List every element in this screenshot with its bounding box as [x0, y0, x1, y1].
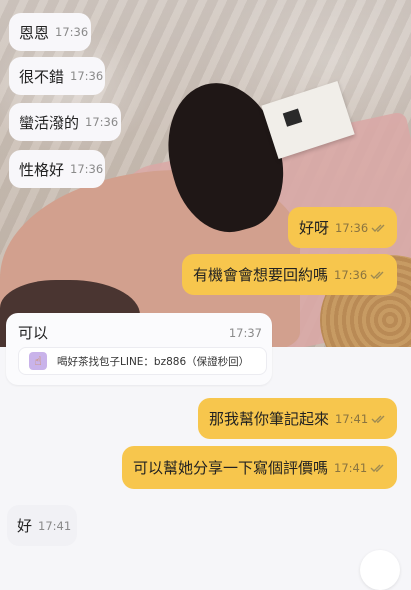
read-receipt-icon	[370, 270, 386, 280]
message-time: 17:36	[85, 115, 119, 129]
message-card-incoming[interactable]: 可以 17:37 ☝ 喝好茶找包子LINE：bz886（保證秒回）	[6, 313, 272, 385]
message-text: 蠻活潑的	[19, 113, 80, 132]
message-bubble-outgoing[interactable]: 有機會會想要回約嗎 17:36	[182, 254, 397, 295]
message-time: 17:41	[38, 518, 72, 533]
message-bubble-outgoing[interactable]: 那我幫你筆記起來 17:41	[198, 398, 397, 439]
message-bubble-incoming[interactable]: 性格好 17:36	[9, 150, 105, 188]
message-time: 17:41	[334, 460, 368, 475]
message-bubble-incoming[interactable]: 恩恩 17:36	[9, 13, 91, 51]
message-time: 17:37	[228, 326, 262, 340]
pointing-hand-icon: ☝	[29, 352, 47, 370]
read-receipt-icon	[371, 414, 387, 424]
message-text: 恩恩	[19, 23, 50, 42]
message-text: 那我幫你筆記起來	[209, 410, 330, 428]
message-bubble-incoming[interactable]: 好 17:41	[7, 505, 77, 546]
message-text: 可以	[18, 324, 49, 342]
message-bubble-outgoing[interactable]: 可以幫她分享一下寫個評價嗎 17:41	[122, 446, 397, 489]
promo-text: 喝好茶找包子LINE：bz886（保證秒回）	[57, 355, 250, 368]
promo-banner[interactable]: ☝ 喝好茶找包子LINE：bz886（保證秒回）	[18, 347, 267, 375]
read-receipt-icon	[370, 463, 386, 473]
message-time: 17:36	[70, 162, 104, 176]
message-time: 17:36	[334, 267, 368, 282]
message-time: 17:41	[335, 411, 369, 426]
message-time: 17:36	[335, 220, 369, 235]
scroll-button[interactable]	[360, 550, 400, 590]
message-text: 有機會會想要回約嗎	[193, 266, 329, 284]
message-text: 好	[17, 517, 33, 535]
message-time: 17:36	[70, 69, 104, 83]
message-time: 17:36	[55, 25, 89, 39]
message-bubble-incoming[interactable]: 蠻活潑的 17:36	[9, 103, 121, 141]
message-text: 很不錯	[19, 67, 65, 86]
message-text: 好呀	[299, 219, 330, 237]
read-receipt-icon	[371, 223, 387, 233]
message-bubble-incoming[interactable]: 很不錯 17:36	[9, 57, 105, 95]
message-bubble-outgoing[interactable]: 好呀 17:36	[288, 207, 397, 248]
message-text: 可以幫她分享一下寫個評價嗎	[133, 459, 329, 477]
message-text: 性格好	[19, 160, 65, 179]
